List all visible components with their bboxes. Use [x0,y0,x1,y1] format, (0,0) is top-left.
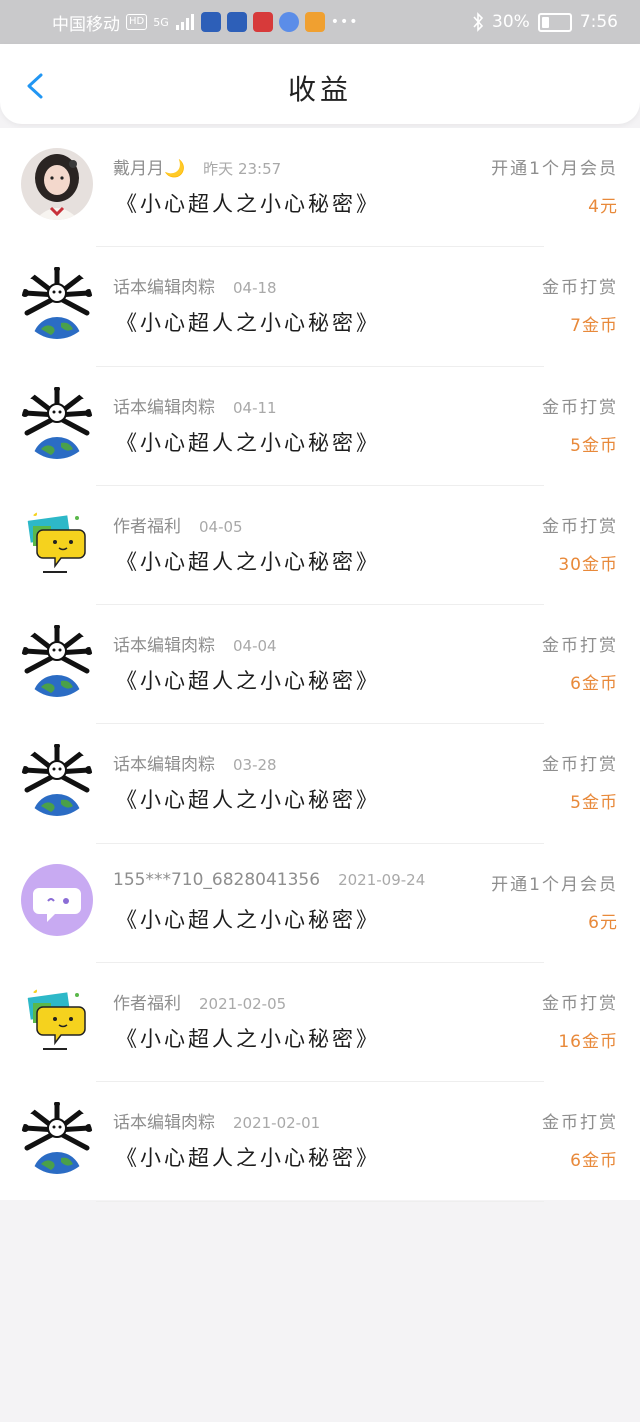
reward-type: 开通1个月会员 [491,874,618,895]
payer-name: 155***710_6828041356 [113,869,321,890]
item-date: 04-04 [233,637,277,656]
reward-type: 金币打赏 [542,278,618,299]
item-date: 昨天 23:57 [203,160,282,178]
item-meta: 话本编辑肉粽 03-28 [113,750,277,775]
app-notification-icon [226,12,247,32]
status-left: 中国移动 HD 5G ••• [52,0,359,44]
reward-type: 金币打赏 [542,516,618,537]
reward-type: 金币打赏 [542,994,618,1015]
spider-earth-avatar[interactable] [21,625,93,698]
item-meta: 155***710_6828041356 2021-09-24 [113,870,425,890]
book-title: 《小心超人之小心秘密》 [116,788,380,813]
list-item[interactable]: 话本编辑肉粽 04-18 《小心超人之小心秘密》 金币打赏 7金币 [0,247,640,367]
item-meta: 戴月月🌙 昨天 23:57 [113,154,281,179]
top-bar: 收益 [0,44,640,124]
item-meta: 作者福利 2021-02-05 [113,989,286,1014]
payer-name: 作者福利 [113,516,181,537]
payer-name: 作者福利 [113,994,181,1015]
battery-icon [537,12,572,32]
reward-amount: 6金币 [570,1151,618,1172]
moon-icon: 🌙 [164,159,186,179]
status-bar: 中国移动 HD 5G ••• 30% 7:56 [0,0,640,44]
reward-amount: 30金币 [558,554,618,575]
item-meta: 作者福利 04-05 [113,512,243,537]
item-date: 04-05 [199,517,243,536]
signal-label: 5G [153,15,169,29]
spider-earth-avatar[interactable] [21,386,93,459]
item-date: 04-18 [233,279,277,298]
app-notification-icon [200,12,221,32]
game-app-icon [304,12,325,32]
list-item[interactable]: 话本编辑肉粽 2021-02-01 《小心超人之小心秘密》 金币打赏 6金币 [0,1082,640,1202]
book-app-icon [252,12,273,32]
reward-amount: 5金币 [570,435,618,456]
divider [96,1200,544,1202]
reward-type: 金币打赏 [542,1113,618,1134]
item-meta: 话本编辑肉粽 04-04 [113,631,277,656]
list-item[interactable]: 作者福利 04-05 《小心超人之小心秘密》 金币打赏 30金币 [0,486,640,606]
user-photo-avatar[interactable] [21,148,93,220]
reward-amount: 6金币 [570,674,618,695]
book-title: 《小心超人之小心秘密》 [116,430,380,455]
hd-icon: HD [126,14,148,30]
page-title: 收益 [287,73,352,106]
reward-type: 金币打赏 [542,636,618,657]
more-notifications-icon: ••• [330,14,359,30]
reward-amount: 4元 [588,197,618,217]
battery-percent: 30% [492,12,530,32]
item-date: 2021-09-24 [338,870,426,889]
item-meta: 话本编辑肉粽 04-11 [113,393,277,418]
list-item[interactable]: 话本编辑肉粽 04-11 《小心超人之小心秘密》 金币打赏 5金币 [0,367,640,486]
item-date: 04-11 [233,398,277,417]
item-date: 2021-02-05 [199,995,287,1014]
item-meta: 话本编辑肉粽 04-18 [113,273,277,298]
payer-name: 话本编辑肉粽 [113,755,215,776]
spider-earth-avatar[interactable] [21,1102,93,1175]
list-item[interactable]: 155***710_6828041356 2021-09-24 《小心超人之小心秘密… [0,844,640,964]
reward-amount: 5金币 [570,793,618,814]
book-title: 《小心超人之小心秘密》 [116,1027,380,1052]
book-title: 《小心超人之小心秘密》 [116,311,380,336]
list-item[interactable]: 戴月月🌙 昨天 23:57 《小心超人之小心秘密》 开通1个月会员 4元 [0,128,640,248]
book-title: 《小心超人之小心秘密》 [116,1146,380,1171]
list-item[interactable]: 话本编辑肉粽 04-04 《小心超人之小心秘密》 金币打赏 6金币 [0,605,640,725]
reward-amount: 16金币 [558,1032,618,1053]
book-title: 《小心超人之小心秘密》 [116,907,380,932]
clock: 7:56 [579,12,618,32]
payer-name: 话本编辑肉粽 [113,636,215,657]
earnings-list: 戴月月🌙 昨天 23:57 《小心超人之小心秘密》 开通1个月会员 4元 话本编辑肉粽 0… [0,128,640,1202]
item-date: 03-28 [233,756,277,775]
spider-earth-avatar[interactable] [21,267,93,340]
payer-name: 话本编辑肉粽 [113,397,215,418]
item-date: 2021-02-01 [233,1114,321,1133]
book-title: 《小心超人之小心秘密》 [116,669,380,694]
payer-name: 话本编辑肉粽 [113,1113,215,1134]
reward-amount: 6元 [588,912,618,933]
reward-type: 金币打赏 [542,755,618,776]
battery-level [541,16,549,28]
payer-name: 话本编辑肉粽 [113,278,215,299]
reward-amount: 7金币 [570,316,618,337]
chat-bubble-avatar[interactable] [21,506,93,578]
chat-bubble-avatar[interactable] [21,983,93,1055]
list-item[interactable]: 话本编辑肉粽 03-28 《小心超人之小心秘密》 金币打赏 5金币 [0,724,640,844]
payer-name: 戴月月 [113,159,164,179]
bluetooth-icon [473,12,484,32]
purple-chat-avatar[interactable] [21,863,93,936]
reward-type: 开通1个月会员 [491,159,618,179]
signal-bars-icon [175,14,194,30]
reward-type: 金币打赏 [542,397,618,418]
book-title: 《小心超人之小心秘密》 [116,549,380,574]
status-right: 30% 7:56 [472,0,618,44]
carrier-label: 中国移动 [52,14,120,35]
list-item[interactable]: 作者福利 2021-02-05 《小心超人之小心秘密》 金币打赏 16金币 [0,963,640,1083]
music-app-icon [278,12,299,32]
book-title: 《小心超人之小心秘密》 [116,192,380,216]
item-meta: 话本编辑肉粽 2021-02-01 [113,1108,320,1133]
spider-earth-avatar[interactable] [21,744,93,817]
